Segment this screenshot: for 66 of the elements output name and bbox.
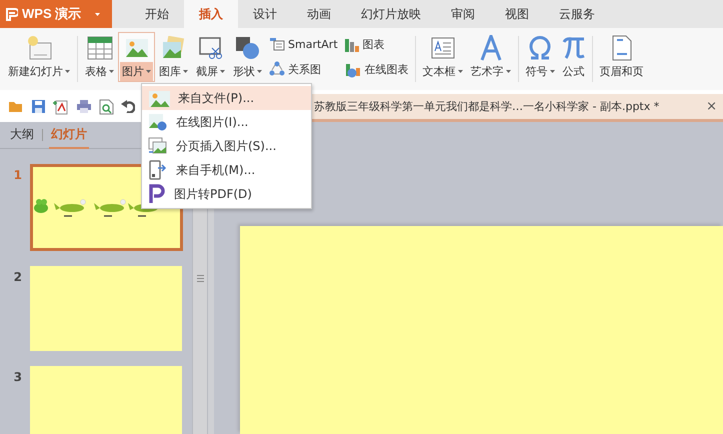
caret-icon <box>95 12 100 16</box>
paged-pictures-icon <box>148 137 168 155</box>
ribbon-tab[interactable]: 动画 <box>292 0 346 28</box>
slide-number: 2 <box>12 269 22 284</box>
ribbon-tab[interactable]: 视图 <box>490 0 544 28</box>
table-icon <box>86 36 112 60</box>
ribbon-tab[interactable]: 云服务 <box>544 0 610 28</box>
ribbon-button[interactable]: 表格 <box>81 32 118 82</box>
ribbon-button[interactable]: 在线图表 <box>342 62 411 78</box>
ribbon-button[interactable]: 艺术字 <box>466 32 515 82</box>
ribbon-tab[interactable]: 插入 <box>184 0 238 28</box>
p-letter-icon <box>148 184 166 204</box>
slide-number: 1 <box>12 167 22 182</box>
ribbon-button[interactable]: 符号 <box>522 32 559 82</box>
slide-thumbnail[interactable] <box>30 266 182 351</box>
relation-icon <box>269 61 285 77</box>
new-slide-icon <box>25 34 53 62</box>
open-folder-icon[interactable] <box>8 99 24 113</box>
picture-icon <box>148 89 170 107</box>
menu-item[interactable]: 分页插入图片(S)... <box>142 134 311 158</box>
print-icon[interactable] <box>76 99 92 114</box>
app-logo-icon <box>6 8 18 20</box>
grip-icon <box>196 274 204 282</box>
ribbon-button[interactable]: 形状 <box>229 32 266 82</box>
ribbon-button[interactable]: 页眉和页 <box>596 32 648 82</box>
ribbon-button[interactable]: 截屏 <box>192 32 229 82</box>
document-tab[interactable]: 苏教版三年级科学第一单元我们都是科学…一名小科学家 - 副本.pptx * × <box>312 94 723 122</box>
save-icon[interactable] <box>31 99 46 114</box>
ribbon-tab[interactable]: 开始 <box>130 0 184 28</box>
picture-icon <box>124 36 148 58</box>
slide-number: 3 <box>12 369 22 384</box>
bar-chart-icon <box>344 36 360 52</box>
document-title: 苏教版三年级科学第一单元我们都是科学…一名小科学家 - 副本.pptx * <box>314 99 660 114</box>
header-footer-icon <box>610 34 633 60</box>
ribbon-button[interactable]: 文本框 <box>418 32 467 82</box>
ribbon-tab[interactable]: 幻灯片放映 <box>346 0 436 28</box>
gallery-icon <box>160 36 186 60</box>
ribbon-tab[interactable]: 设计 <box>238 0 292 28</box>
smartart-icon <box>269 37 285 51</box>
ribbon-button[interactable]: 图片 <box>118 32 155 82</box>
ribbon-button[interactable]: 关系图 <box>267 61 340 77</box>
panel-tab[interactable]: 大纲 <box>8 122 36 149</box>
menu-item[interactable]: 来自文件(P)... <box>142 86 311 110</box>
omega-icon <box>527 36 554 60</box>
ribbon-button[interactable]: 图库 <box>155 32 192 82</box>
print-preview-icon[interactable] <box>99 99 114 115</box>
ribbon-tab[interactable]: 审阅 <box>436 0 490 28</box>
menu-item[interactable]: 来自手机(M)... <box>142 158 311 182</box>
export-pdf-icon[interactable] <box>53 99 69 115</box>
online-chart-icon <box>344 62 362 78</box>
menu-item[interactable]: 在线图片(I)... <box>142 110 311 134</box>
ribbon-button[interactable]: 新建幻灯片 <box>4 32 74 82</box>
ribbon-button[interactable]: 图表 <box>342 36 411 52</box>
pi-icon <box>562 36 586 60</box>
screenshot-icon <box>198 36 224 60</box>
phone-transfer-icon <box>148 160 168 180</box>
text-box-icon <box>430 36 455 58</box>
close-button[interactable]: × <box>706 99 717 114</box>
menu-item[interactable]: 图片转PDF(D) <box>142 182 311 206</box>
slide-thumbnail[interactable] <box>30 366 182 434</box>
ribbon-button[interactable]: SmartArt <box>267 37 340 51</box>
ribbon-button[interactable]: 公式 <box>558 32 589 82</box>
online-picture-icon <box>148 113 168 131</box>
word-art-icon <box>480 34 502 60</box>
undo-icon[interactable] <box>121 99 135 113</box>
shapes-icon <box>234 36 260 60</box>
